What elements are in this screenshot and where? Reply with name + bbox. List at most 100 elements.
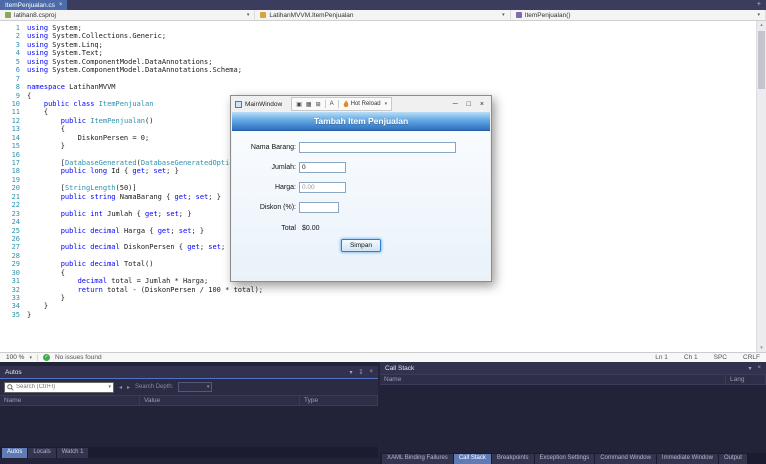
previous-result-icon[interactable]: ◂ — [119, 384, 122, 391]
navigation-bar: latihan8.csproj ▾ LatihanMVVM.ItemPenjua… — [0, 10, 766, 21]
field-input-diskon[interactable] — [299, 201, 339, 213]
code-text[interactable]: public string NamaBarang { get; set; } — [27, 193, 221, 201]
scrollbar-thumb[interactable] — [758, 31, 765, 89]
column-header-lang[interactable]: Lang — [726, 375, 766, 384]
code-text[interactable]: using System.Collections.Generic; — [27, 32, 166, 40]
line-indicator[interactable]: Ln 1 — [655, 354, 668, 361]
code-text[interactable]: public class ItemPenjualan — [27, 100, 154, 108]
code-text[interactable]: public decimal Total() — [27, 260, 154, 268]
scroll-down-icon[interactable]: ▾ — [757, 344, 766, 352]
field-input-jumlah[interactable] — [299, 161, 346, 173]
chevron-down-icon[interactable]: ▾ — [108, 384, 111, 390]
line-number: 18 — [11, 167, 20, 176]
accessibility-icon[interactable]: A — [330, 101, 334, 107]
scroll-up-icon[interactable]: ▴ — [757, 21, 766, 29]
field-input-harga[interactable] — [299, 181, 346, 193]
code-text[interactable]: using System; — [27, 24, 82, 32]
column-header-name[interactable]: Name — [380, 375, 726, 384]
callstack-title-bar[interactable]: Call Stack ▾ × — [380, 362, 766, 374]
chevron-down-icon[interactable]: ▾ — [29, 355, 32, 361]
pin-icon[interactable]: ↧ — [358, 369, 363, 376]
code-text[interactable]: } — [27, 311, 31, 319]
code-text[interactable]: { — [27, 125, 65, 133]
type-dropdown[interactable]: LatihanMVVM.ItemPenjualan ▾ — [255, 10, 511, 20]
window-menu-icon[interactable]: ▾ — [349, 369, 352, 376]
minimize-icon[interactable]: ─ — [453, 101, 458, 108]
project-dropdown[interactable]: latihan8.csproj ▾ — [0, 10, 256, 20]
panel-title-icons: ▾ ↧ × — [349, 369, 373, 376]
code-text[interactable]: public long Id { get; set; } — [27, 167, 179, 175]
column-header-value[interactable]: Value — [140, 396, 300, 405]
code-text[interactable]: { — [27, 269, 65, 277]
simpan-button[interactable]: Simpan — [341, 239, 381, 252]
search-input[interactable] — [16, 384, 107, 390]
preview-title-bar[interactable]: MainWindow ▣ ▦ ⊞ A Hot Reload ▾ ─ □ × — [231, 96, 491, 112]
tab-watch-1[interactable]: Watch 1 — [56, 448, 89, 458]
select-element-icon[interactable]: ▣ — [296, 101, 302, 108]
close-icon[interactable]: × — [757, 365, 761, 372]
tab-breakpoints[interactable]: Breakpoints — [491, 454, 534, 464]
close-icon[interactable]: × — [369, 369, 373, 376]
chevron-down-icon[interactable]: ▾ — [385, 101, 388, 107]
code-text[interactable]: [StringLength(50)] — [27, 184, 137, 192]
code-text[interactable]: } — [27, 142, 65, 150]
close-icon[interactable]: × — [480, 101, 484, 108]
code-text[interactable]: using System.Text; — [27, 49, 103, 57]
line-number: 22 — [11, 201, 20, 210]
char-indicator[interactable]: Ch 1 — [684, 354, 698, 361]
form-header: Tambah Item Penjualan — [232, 112, 490, 131]
tab-immediate-window[interactable]: Immediate Window — [656, 454, 718, 464]
maximize-icon[interactable]: □ — [467, 101, 471, 108]
field-input-nama-barang[interactable] — [299, 141, 456, 153]
code-text[interactable]: public int Jumlah { get; set; } — [27, 210, 192, 218]
column-header-name[interactable]: Name — [0, 396, 140, 405]
close-icon[interactable]: × — [59, 2, 63, 8]
code-text[interactable]: { — [27, 108, 48, 116]
code-text[interactable]: namespace LatihanMVVM — [27, 83, 116, 91]
tab-output[interactable]: Output — [718, 454, 747, 464]
project-icon — [5, 12, 11, 18]
column-header-type[interactable]: Type — [300, 396, 378, 405]
code-text[interactable]: return total - (DiskonPersen / 100 * tot… — [27, 286, 263, 294]
code-text[interactable]: decimal total = Jumlah * Harga; — [27, 277, 209, 285]
tab-command-window[interactable]: Command Window — [595, 454, 656, 464]
tab-locals[interactable]: Locals — [28, 448, 56, 458]
code-text[interactable]: public ItemPenjualan() — [27, 117, 154, 125]
panel-title: Call Stack — [385, 364, 415, 372]
line-number: 8 — [15, 83, 20, 92]
code-line: 32 return total - (DiskonPersen / 100 * … — [0, 286, 756, 294]
autos-title-bar[interactable]: Autos ▾ ↧ × — [0, 366, 378, 379]
code-text[interactable]: using System.Linq; — [27, 41, 103, 49]
code-text[interactable]: { — [27, 92, 31, 100]
eol-indicator[interactable]: CRLF — [743, 354, 760, 361]
code-text[interactable]: public decimal DiskonPersen { get; set; … — [27, 243, 234, 251]
member-dropdown[interactable]: ItemPenjualan() ▾ — [511, 10, 766, 20]
search-box[interactable]: ▾ — [4, 381, 114, 393]
code-text[interactable]: using System.ComponentModel.DataAnnotati… — [27, 66, 242, 74]
tab-itempenjualan-cs[interactable]: ItemPenjualan.cs × — [0, 0, 68, 10]
layout-adorners-icon[interactable]: ⊞ — [316, 101, 321, 108]
tab-call-stack[interactable]: Call Stack — [453, 454, 491, 464]
code-text[interactable]: using System.ComponentModel.DataAnnotati… — [27, 58, 212, 66]
space-indicator[interactable]: SPC — [714, 354, 727, 361]
code-text[interactable]: } — [27, 294, 65, 302]
editor-scrollbar[interactable]: ▴ ▾ — [756, 21, 766, 352]
tab-autos[interactable]: Autos — [2, 448, 28, 458]
line-number: 29 — [11, 260, 20, 269]
tab-xaml-binding-failures[interactable]: XAML Binding Failures — [382, 454, 453, 464]
line-number: 9 — [15, 91, 20, 100]
code-text[interactable]: DiskonPersen = 0; — [27, 134, 150, 142]
code-line: 7 — [0, 75, 756, 83]
next-result-icon[interactable]: ▸ — [127, 384, 130, 391]
callstack-panel: Call Stack ▾ × Name Lang XAML Binding Fai… — [380, 362, 766, 464]
code-text[interactable]: } — [27, 302, 48, 310]
tab-exception-settings[interactable]: Exception Settings — [534, 454, 595, 464]
show-grid-icon[interactable]: ▦ — [306, 101, 312, 108]
issues-status[interactable]: No issues found — [55, 354, 102, 361]
window-menu-icon[interactable]: ▾ — [748, 365, 751, 372]
plus-icon[interactable]: + — [757, 0, 766, 10]
zoom-level[interactable]: 100 % — [6, 354, 24, 361]
search-depth-combo[interactable]: ▾ — [178, 382, 213, 392]
code-text[interactable]: public decimal Harga { get; set; } — [27, 227, 204, 235]
hot-reload-button[interactable]: Hot Reload — [343, 100, 381, 108]
